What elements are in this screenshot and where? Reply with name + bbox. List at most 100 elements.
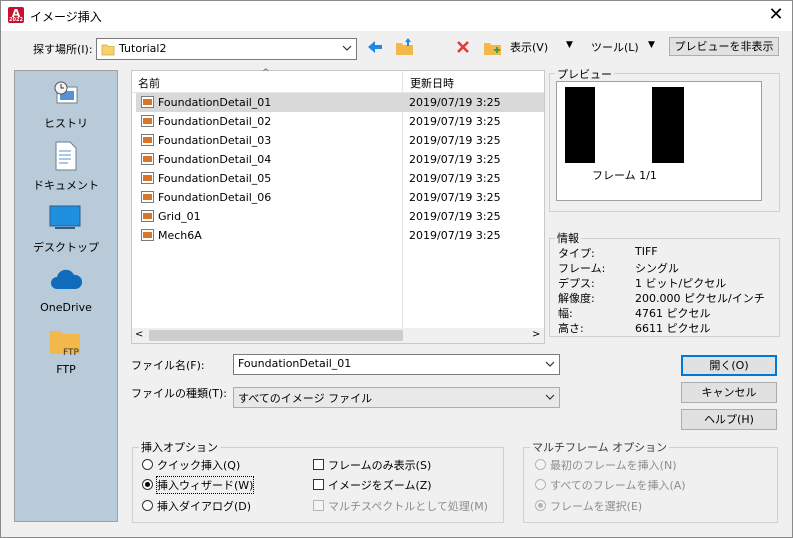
column-header-name[interactable]: 名前 xyxy=(138,75,160,91)
views-menu-label[interactable]: 表示(V) xyxy=(510,39,548,55)
hide-preview-button[interactable]: プレビューを非表示 xyxy=(669,37,779,56)
file-name: Mech6A xyxy=(158,229,202,242)
window-title: イメージ挿入 xyxy=(30,10,102,24)
file-row[interactable]: Mech6A 2019/07/19 3:25 xyxy=(136,226,544,245)
tools-dropdown-icon[interactable]: ▼ xyxy=(648,40,655,50)
insert-first-frame-label: 最初のフレームを挿入(N) xyxy=(550,459,677,472)
file-row[interactable]: FoundationDetail_06 2019/07/19 3:25 xyxy=(136,188,544,207)
frames-only-label[interactable]: フレームのみ表示(S) xyxy=(328,457,431,473)
preview-image-left-bar xyxy=(565,87,595,163)
place-desktop[interactable]: デスクトップ xyxy=(15,201,117,257)
file-name: FoundationDetail_06 xyxy=(158,191,272,204)
place-ftp[interactable]: FTP FTP xyxy=(15,325,117,381)
image-file-icon xyxy=(141,96,154,108)
file-name: FoundationDetail_04 xyxy=(158,153,272,166)
horizontal-scrollbar[interactable]: < > xyxy=(132,328,544,343)
image-file-icon xyxy=(141,229,154,241)
file-date: 2019/07/19 3:25 xyxy=(409,210,501,223)
onedrive-icon xyxy=(51,269,83,289)
place-onedrive-label: OneDrive xyxy=(40,301,92,314)
filename-label: ファイル名(F): xyxy=(131,359,205,372)
filename-value: FoundationDetail_01 xyxy=(238,357,352,370)
image-file-icon xyxy=(141,134,154,146)
delete-icon[interactable] xyxy=(456,40,470,54)
place-history-label: ヒストリ xyxy=(44,117,88,130)
places-bar: ヒストリ ドキュメント デスクトップ OneDrive FTP FTP xyxy=(14,70,118,522)
frames-only-checkbox[interactable] xyxy=(313,459,324,470)
place-onedrive[interactable]: OneDrive xyxy=(15,263,117,319)
file-name: FoundationDetail_02 xyxy=(158,115,272,128)
file-row[interactable]: FoundationDetail_03 2019/07/19 3:25 xyxy=(136,131,544,150)
file-list-header xyxy=(132,71,544,93)
file-date: 2019/07/19 3:25 xyxy=(409,115,501,128)
svg-text:FTP: FTP xyxy=(63,348,80,358)
sort-ascending-icon: ^ xyxy=(262,68,270,78)
scroll-right-icon[interactable]: > xyxy=(532,329,540,340)
folder-icon xyxy=(101,44,115,56)
zoom-image-checkbox[interactable] xyxy=(313,479,324,490)
info-value: 6611 ピクセル xyxy=(635,322,711,335)
preview-title: プレビュー xyxy=(555,66,614,82)
info-key: フレーム: xyxy=(558,262,606,275)
filename-input[interactable]: FoundationDetail_01 xyxy=(233,354,560,375)
file-list[interactable]: ^ 名前 更新日時 FoundationDetail_01 2019/07/19 … xyxy=(131,68,545,344)
views-dropdown-icon[interactable]: ▼ xyxy=(566,40,573,50)
file-date: 2019/07/19 3:25 xyxy=(409,229,501,242)
multiframe-options-title: マルチフレーム オプション xyxy=(530,439,670,455)
scroll-left-icon[interactable]: < xyxy=(135,329,143,340)
place-documents-label: ドキュメント xyxy=(33,179,99,192)
select-frame-radio xyxy=(535,500,546,511)
quick-insert-label[interactable]: クイック挿入(Q) xyxy=(157,457,240,473)
scroll-thumb[interactable] xyxy=(149,330,403,341)
chevron-down-icon[interactable] xyxy=(544,358,556,370)
filetype-label: ファイルの種類(T): xyxy=(131,387,228,400)
info-title: 情報 xyxy=(555,230,581,246)
autocad-app-icon: A 2022 xyxy=(8,7,24,23)
quick-insert-radio[interactable] xyxy=(142,459,153,470)
chevron-down-icon xyxy=(545,394,555,400)
multispectral-checkbox xyxy=(313,500,324,511)
back-arrow-icon[interactable] xyxy=(366,38,384,56)
insert-all-frames-radio xyxy=(535,479,546,490)
file-row[interactable]: FoundationDetail_04 2019/07/19 3:25 xyxy=(136,150,544,169)
image-file-icon xyxy=(141,153,154,165)
tools-menu-label[interactable]: ツール(L) xyxy=(591,39,639,55)
file-row[interactable]: FoundationDetail_05 2019/07/19 3:25 xyxy=(136,169,544,188)
file-row[interactable]: FoundationDetail_01 2019/07/19 3:25 xyxy=(136,93,544,112)
insert-wizard-radio[interactable] xyxy=(142,479,153,490)
info-key: 解像度: xyxy=(558,292,595,305)
info-key: デプス: xyxy=(558,277,595,290)
insert-options-title: 挿入オプション xyxy=(139,439,220,455)
ftp-icon: FTP xyxy=(50,331,80,358)
image-file-icon xyxy=(141,115,154,127)
new-folder-icon[interactable] xyxy=(483,37,503,57)
insert-dialog-label[interactable]: 挿入ダイアログ(D) xyxy=(157,498,251,514)
filetype-select[interactable]: すべてのイメージ ファイル xyxy=(233,387,560,408)
up-folder-icon[interactable] xyxy=(395,37,415,57)
image-file-icon xyxy=(141,210,154,222)
preview-frame-text: フレーム 1/1 xyxy=(592,169,657,182)
place-documents[interactable]: ドキュメント xyxy=(15,139,117,195)
file-row[interactable]: Grid_01 2019/07/19 3:25 xyxy=(136,207,544,226)
look-in-label: 探す場所(I): xyxy=(33,43,93,56)
look-in-combo[interactable]: Tutorial2 xyxy=(96,38,357,60)
info-value: 1 ビット/ピクセル xyxy=(635,277,727,290)
file-date: 2019/07/19 3:25 xyxy=(409,153,501,166)
close-icon[interactable]: ✕ xyxy=(764,3,788,27)
place-history[interactable]: ヒストリ xyxy=(15,77,117,133)
file-name: FoundationDetail_01 xyxy=(158,96,272,109)
info-value: シングル xyxy=(635,262,679,275)
zoom-image-label[interactable]: イメージをズーム(Z) xyxy=(328,477,432,493)
insert-wizard-label[interactable]: 挿入ウィザード(W) xyxy=(155,476,255,494)
info-key: タイプ: xyxy=(558,247,595,260)
help-button[interactable]: ヘルプ(H) xyxy=(681,409,777,430)
info-value: TIFF xyxy=(635,245,658,258)
multispectral-label: マルチスペクトルとして処理(M) xyxy=(328,500,488,513)
cancel-button[interactable]: キャンセル xyxy=(681,382,777,403)
file-row[interactable]: FoundationDetail_02 2019/07/19 3:25 xyxy=(136,112,544,131)
column-header-date[interactable]: 更新日時 xyxy=(410,75,454,91)
open-button[interactable]: 開く(O) xyxy=(681,355,777,376)
insert-dialog-radio[interactable] xyxy=(142,500,153,511)
info-value: 4761 ピクセル xyxy=(635,307,711,320)
history-icon xyxy=(54,81,78,104)
